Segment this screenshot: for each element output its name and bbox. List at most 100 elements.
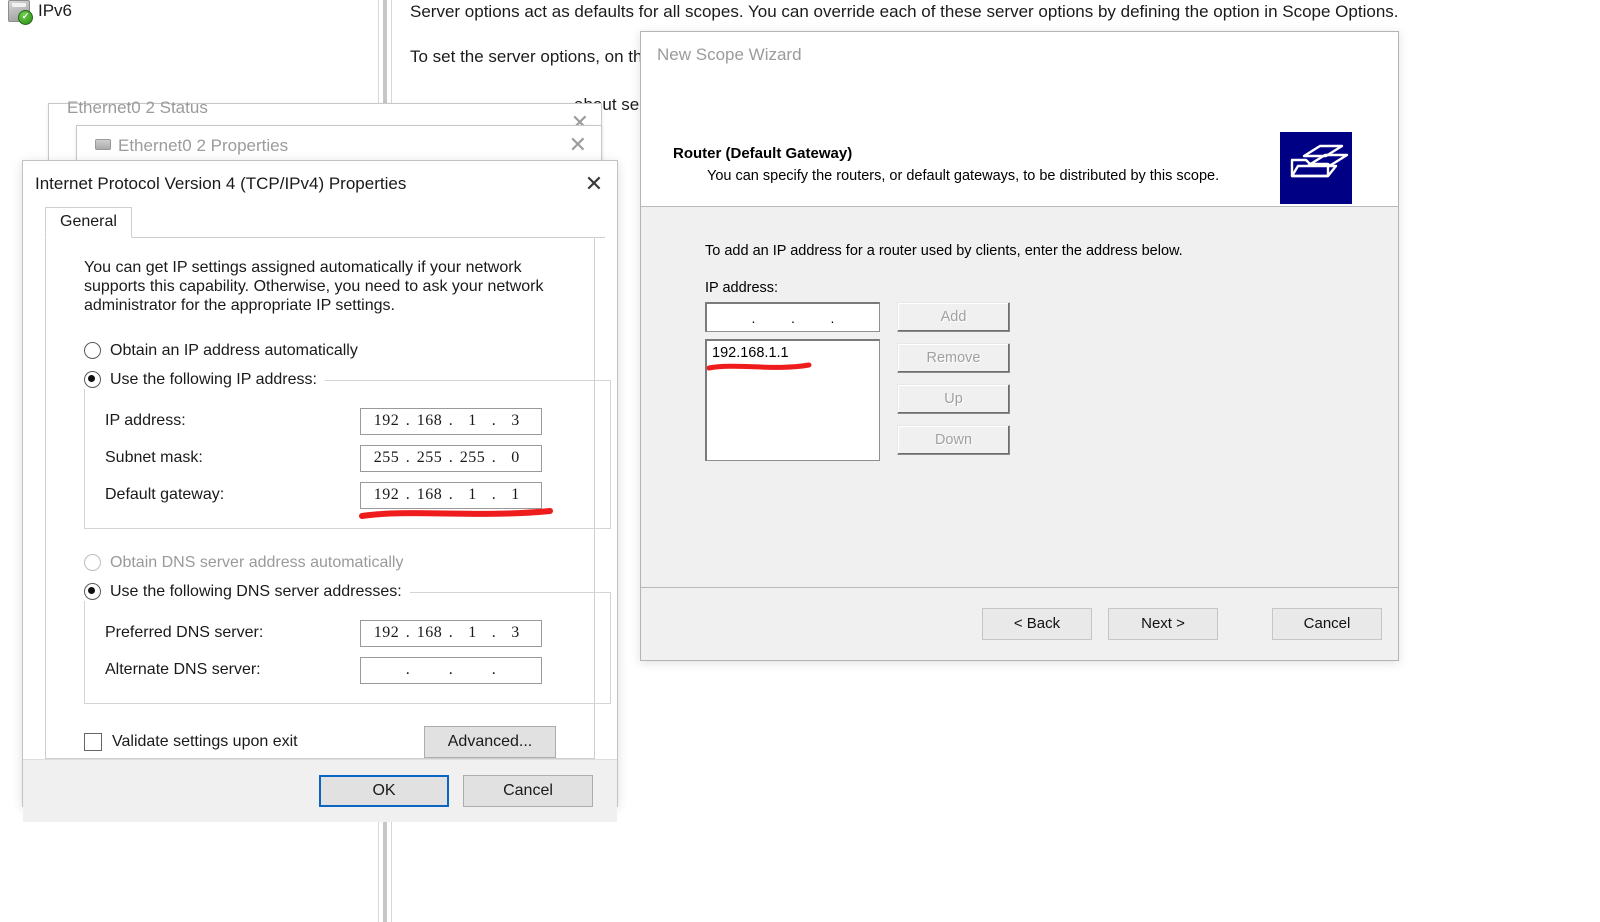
radio-obtain-ip-automatically[interactable]: Obtain an IP address automatically (84, 342, 576, 360)
dialog-footer: OK Cancel (23, 758, 617, 822)
octet-separator: . (448, 486, 454, 504)
radio-label: Obtain an IP address automatically (110, 341, 358, 359)
checkbox-validate-settings[interactable]: Validate settings upon exit (84, 732, 298, 751)
radio-icon (84, 583, 101, 601)
remove-button[interactable]: Remove (897, 343, 1010, 373)
network-adapter-icon (95, 139, 111, 151)
wizard-footer: < Back Next > Cancel (641, 587, 1398, 660)
octet-separator: . (491, 624, 497, 642)
radio-label: Use the following DNS server addresses: (110, 582, 402, 600)
wizard-subheading: You can specify the routers, or default … (707, 168, 1220, 184)
field-label: Default gateway: (105, 486, 225, 504)
field-row-default-gateway[interactable]: Default gateway: 192 . 168 . 1 . 1 (105, 477, 610, 519)
octet-separator: . (448, 661, 454, 679)
octet-separator: . (448, 449, 454, 467)
octet-4: 3 (511, 412, 520, 430)
radio-obtain-dns-automatically[interactable]: Obtain DNS server address automatically (84, 554, 576, 572)
octet-separator: . (491, 661, 497, 679)
server-options-description-line2: To set the server options, on th (410, 47, 643, 66)
ethernet-status-title: Ethernet0 2 Status (67, 98, 208, 117)
validate-row: Validate settings upon exit Advanced... (84, 725, 556, 758)
octet-3: 1 (468, 412, 477, 430)
octet-separator: . (405, 486, 411, 504)
wizard-instruction: To add an IP address for a router used b… (705, 243, 1183, 259)
add-button[interactable]: Add (897, 302, 1010, 332)
close-icon[interactable]: ✕ (569, 134, 587, 156)
radio-icon (84, 371, 101, 389)
checkbox-icon (84, 732, 102, 751)
new-scope-wizard-dialog[interactable]: New Scope Wizard Router (Default Gateway… (640, 31, 1399, 661)
advanced-button[interactable]: Advanced... (424, 725, 556, 758)
octet-4: 1 (511, 486, 520, 504)
list-item[interactable]: 192.168.1.1 (712, 345, 879, 361)
alternate-dns-input[interactable]: . . . (360, 656, 542, 684)
octet-separator: . (830, 309, 835, 326)
checkbox-label: Validate settings upon exit (112, 732, 298, 750)
down-button[interactable]: Down (897, 425, 1010, 455)
octet-separator: . (405, 661, 411, 679)
tabstrip: General (45, 207, 605, 238)
wizard-heading: Router (Default Gateway) (673, 145, 853, 162)
tab-page-general: You can get IP settings assigned automat… (45, 238, 611, 759)
ipv6-status-icon: ✓ (8, 0, 33, 25)
tree-item-label: IPv6 (38, 1, 73, 20)
dialog-body: General You can get IP settings assigned… (23, 207, 617, 759)
octet-4: 0 (511, 449, 520, 467)
octet-3: 1 (468, 486, 477, 504)
field-label: Preferred DNS server: (105, 624, 264, 642)
radio-use-following-ip[interactable]: Use the following IP address: (84, 370, 325, 389)
default-gateway-input[interactable]: 192 . 168 . 1 . 1 (360, 481, 542, 509)
radio-icon (84, 342, 101, 360)
field-label: Subnet mask: (105, 449, 203, 467)
octet-2: 255 (416, 449, 443, 467)
octet-separator: . (405, 412, 411, 430)
octet-1: 192 (373, 624, 400, 642)
octet-separator: . (791, 309, 795, 326)
octet-1: 255 (373, 449, 400, 467)
octet-separator: . (448, 412, 454, 430)
tab-general[interactable]: General (45, 207, 132, 238)
cancel-button[interactable]: Cancel (463, 774, 593, 807)
server-options-description-line1: Server options act as defaults for all s… (410, 2, 1399, 21)
router-list[interactable]: 192.168.1.1 (705, 339, 880, 461)
subnet-mask-input[interactable]: 255 . 255 . 255 . 0 (360, 444, 542, 472)
octet-4: 3 (511, 624, 520, 642)
up-button[interactable]: Up (897, 384, 1010, 414)
octet-separator: . (405, 624, 411, 642)
wizard-window-title: New Scope Wizard (657, 45, 802, 64)
radio-icon (84, 554, 101, 572)
ip-address-input[interactable]: 192 . 168 . 1 . 3 (360, 407, 542, 435)
octet-1: 192 (373, 412, 400, 430)
wizard-body: To add an IP address for a router used b… (641, 207, 1398, 587)
ip-address-label: IP address: (705, 280, 779, 296)
preferred-dns-input[interactable]: 192 . 168 . 1 . 3 (360, 619, 542, 647)
octet-separator: . (491, 486, 497, 504)
ipv4-properties-dialog[interactable]: Internet Protocol Version 4 (TCP/IPv4) P… (22, 160, 618, 822)
octet-separator: . (448, 624, 454, 642)
wizard-ip-address-input[interactable]: . . . (705, 302, 880, 332)
field-label: IP address: (105, 412, 186, 430)
wizard-header: Router (Default Gateway) You can specify… (641, 78, 1398, 207)
octet-separator: . (405, 449, 411, 467)
field-label: Alternate DNS server: (105, 661, 261, 679)
radio-label: Obtain DNS server address automatically (110, 553, 404, 571)
next-button[interactable]: Next > (1108, 608, 1218, 640)
ip-settings-group: IP address: 192 . 168 . 1 . 3 Subnet mas… (84, 379, 611, 529)
dialog-title: Internet Protocol Version 4 (TCP/IPv4) P… (35, 174, 407, 193)
wizard-cancel-button[interactable]: Cancel (1272, 608, 1382, 640)
field-row-ip-address[interactable]: IP address: 192 . 168 . 1 . 3 (105, 403, 610, 440)
folder-stack-icon (1280, 132, 1352, 204)
wizard-titlebar: New Scope Wizard (641, 32, 1398, 78)
tree-item-ipv6[interactable]: ✓ IPv6 (8, 0, 73, 25)
radio-label: Use the following IP address: (110, 370, 317, 388)
octet-3: 255 (459, 449, 486, 467)
back-button[interactable]: < Back (982, 608, 1092, 640)
field-row-subnet-mask[interactable]: Subnet mask: 255 . 255 . 255 . 0 (105, 440, 610, 477)
octet-2: 168 (416, 412, 443, 430)
octet-2: 168 (416, 624, 443, 642)
close-icon[interactable]: ✕ (571, 161, 617, 207)
ok-button[interactable]: OK (319, 774, 449, 807)
field-row-preferred-dns[interactable]: Preferred DNS server: 192 . 168 . 1 . 3 (105, 615, 610, 652)
radio-use-following-dns[interactable]: Use the following DNS server addresses: (84, 582, 410, 601)
field-row-alternate-dns[interactable]: Alternate DNS server: . . . (105, 652, 610, 689)
